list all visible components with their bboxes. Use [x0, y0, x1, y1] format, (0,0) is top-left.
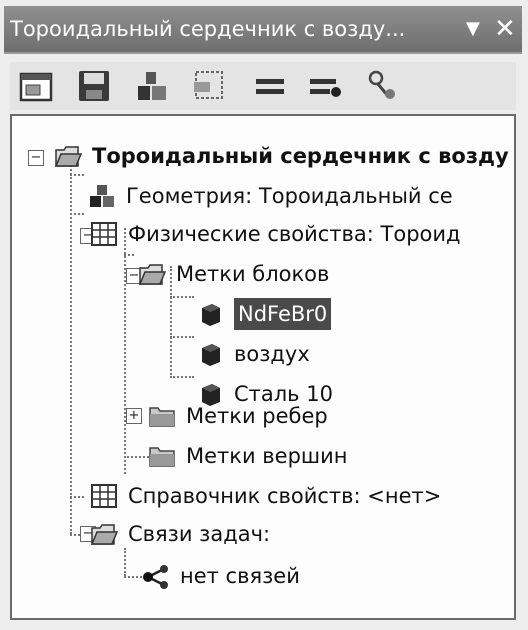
tree-item-label: нет связей	[180, 564, 300, 588]
equals-icon[interactable]	[252, 68, 288, 104]
project-panel: Тороидальный сердечник с возду... ▼ ✕ − …	[4, 6, 522, 626]
close-icon[interactable]: ✕	[494, 6, 516, 52]
properties-icon[interactable]	[18, 68, 54, 104]
tree-item-label: Физические свойства: Тороид	[128, 222, 461, 246]
tree-item-label: Справочник свойств: <нет>	[128, 484, 442, 508]
table-icon	[91, 484, 117, 508]
pin-dropdown-icon[interactable]: ▼	[466, 6, 480, 52]
tree-item-label: Метки ребер	[186, 404, 328, 428]
block-icon	[202, 344, 220, 366]
tree-item-label: Геометрия: Тороидальный се	[126, 184, 453, 208]
tree-line	[124, 548, 126, 576]
tree-line	[170, 266, 172, 378]
tree-line	[70, 213, 84, 215]
tree-line	[170, 336, 194, 338]
tree-line	[70, 496, 84, 498]
tree-item-label: Метки блоков	[176, 262, 330, 286]
tree-item-label: воздух	[234, 342, 310, 366]
panel-title: Тороидальный сердечник с возду...	[10, 17, 406, 41]
tree-line	[170, 296, 194, 298]
folder-icon	[149, 407, 175, 427]
folder-icon	[149, 447, 175, 467]
tree-line	[124, 228, 126, 474]
equals-arrow-icon[interactable]	[308, 68, 344, 104]
tree-item-label: Тороидальный сердечник с возду	[92, 144, 509, 168]
expander-edge-labels[interactable]: +	[126, 408, 142, 424]
tree-line	[170, 376, 194, 378]
open-folder-icon	[90, 524, 118, 545]
link-icon[interactable]	[364, 68, 400, 104]
open-folder-icon	[138, 264, 166, 285]
toolbar	[10, 62, 516, 110]
block-icon	[202, 304, 220, 326]
share-nodes-icon	[143, 565, 168, 589]
dock-icon[interactable]	[190, 68, 226, 104]
open-folder-icon	[54, 146, 82, 167]
table-icon	[91, 222, 117, 246]
geometry-icon[interactable]	[134, 68, 170, 104]
tree-line	[70, 174, 84, 176]
expander-root[interactable]: −	[28, 150, 44, 166]
geometry-icon	[90, 185, 114, 207]
tree-line	[124, 254, 134, 256]
save-icon[interactable]	[76, 68, 112, 104]
panel-title-bar[interactable]: Тороидальный сердечник с возду... ▼ ✕	[4, 6, 522, 54]
tree-item-label: Связи задач:	[128, 522, 271, 546]
tree-item-label: Метки вершин	[186, 444, 348, 468]
project-tree: − − − + − Тороидальный сердечник с возду…	[10, 114, 516, 620]
tree-item-label: NdFeBr0	[234, 298, 332, 330]
